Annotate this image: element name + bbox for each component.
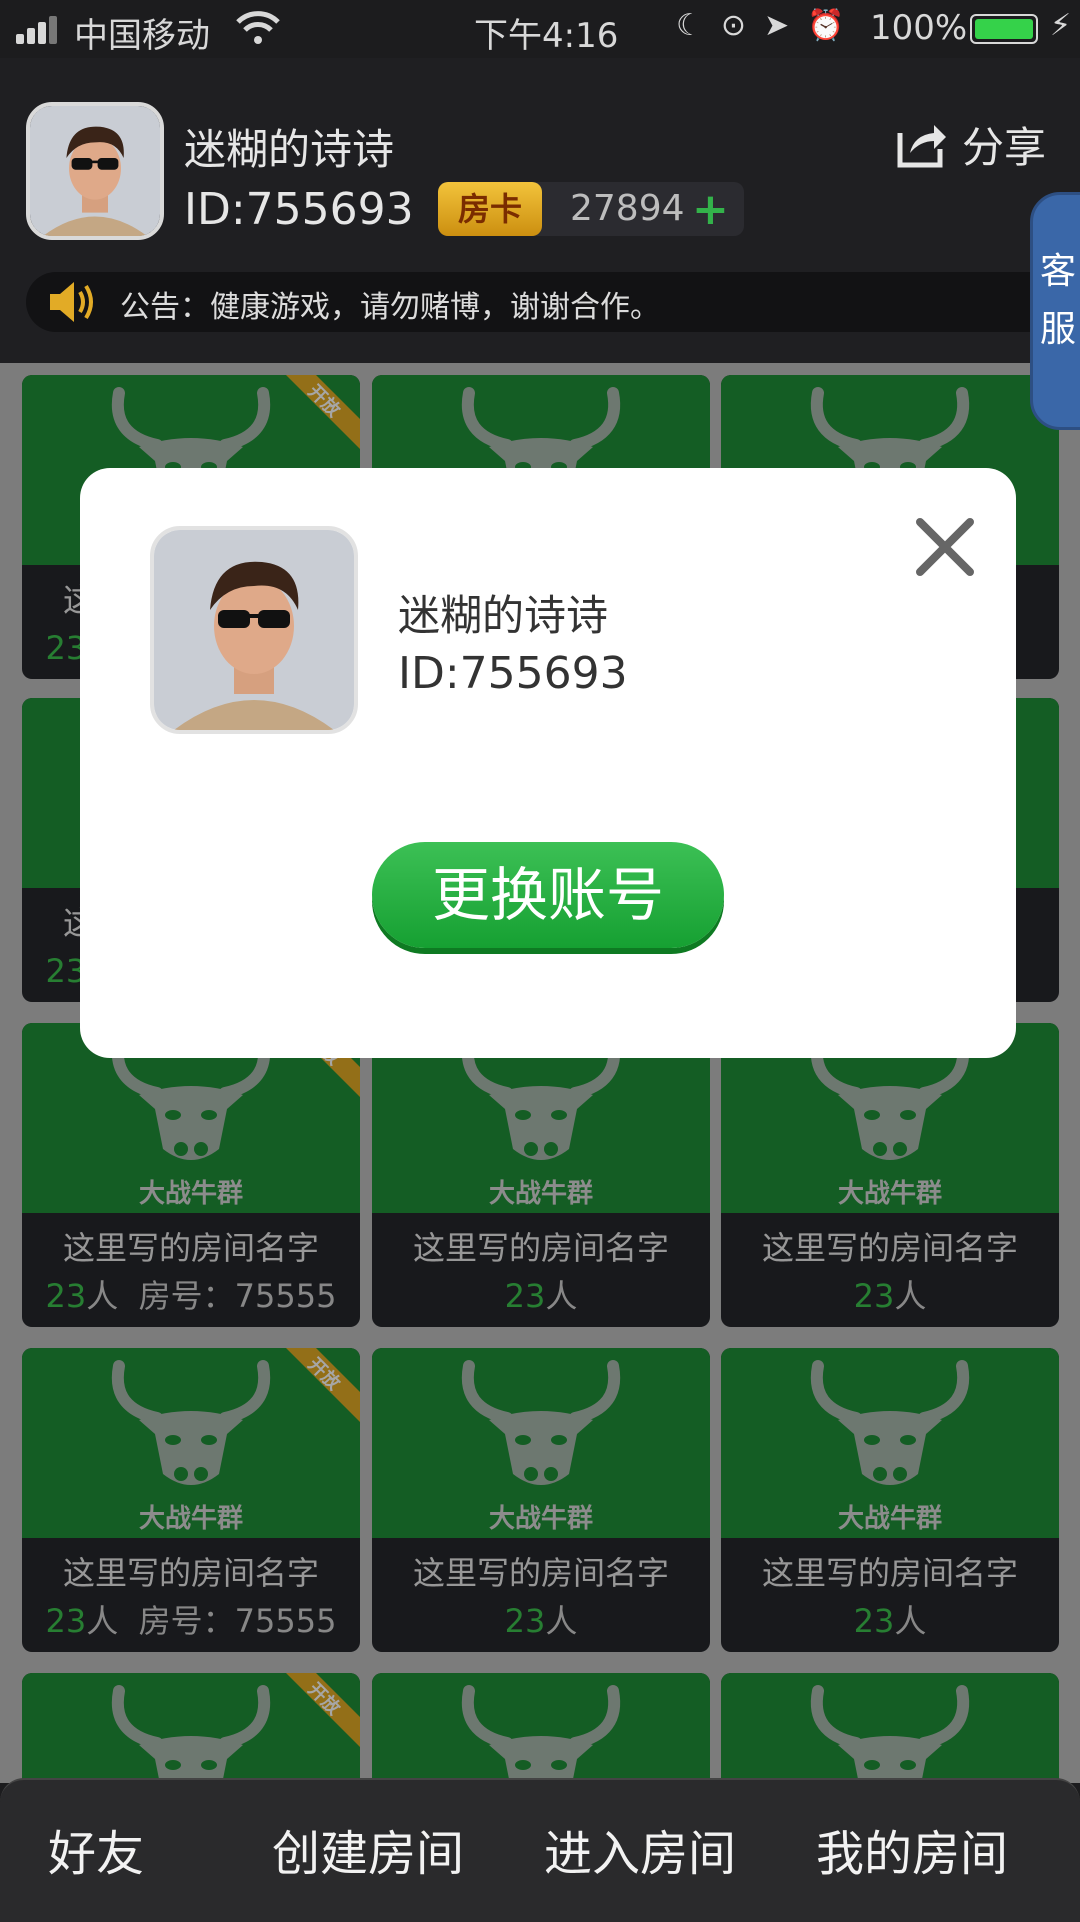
room-card-badge: 房卡 [438, 182, 542, 236]
rotation-lock-icon: ⊙ [720, 8, 747, 43]
nav-my-rooms[interactable]: 我的房间 [816, 1814, 1008, 1884]
speaker-icon [50, 282, 93, 322]
notice-bar: 公告：健康游戏，请勿赌博，谢谢合作。 [26, 272, 1080, 332]
battery-percent: 100% [870, 8, 968, 48]
wifi-icon [236, 11, 280, 44]
dialog-user-id: ID:755693 [398, 648, 628, 699]
username: 迷糊的诗诗 [184, 125, 395, 174]
bottom-nav: 好友 创建房间 进入房间 我的房间 [0, 1778, 1080, 1922]
close-icon[interactable] [914, 516, 976, 578]
account-dialog: 迷糊的诗诗 ID:755693 更换账号 [80, 468, 1016, 1058]
profile-header: 迷糊的诗诗 ID:755693 房卡 27894 + 分享 公告：健康游戏，请勿… [0, 58, 1080, 363]
service-label-2: 服 [1039, 309, 1076, 350]
nav-enter-room[interactable]: 进入房间 [544, 1814, 736, 1884]
nav-friends[interactable]: 好友 [48, 1814, 144, 1884]
share-icon [897, 125, 946, 168]
room-card-count: 27894 [570, 188, 685, 229]
add-room-card-button[interactable]: + [692, 184, 729, 235]
room-card-balance: 房卡 27894 + [438, 182, 744, 236]
nav-create-room[interactable]: 创建房间 [272, 1814, 464, 1884]
avatar-photo [154, 530, 354, 730]
avatar[interactable] [26, 102, 164, 240]
location-icon: ➤ [764, 8, 790, 43]
notice-text: 公告：健康游戏，请勿赌博，谢谢合作。 [120, 290, 660, 325]
carrier-label: 中国移动 [74, 16, 210, 56]
service-label-1: 客 [1039, 251, 1076, 292]
switch-account-button[interactable]: 更换账号 [372, 842, 724, 948]
charging-icon: ⚡ [1050, 8, 1072, 43]
share-label: 分享 [962, 122, 1047, 172]
signal-icon [16, 16, 68, 44]
moon-icon: ☾ [676, 8, 703, 43]
avatar-photo [30, 106, 160, 236]
dialog-avatar [150, 526, 358, 734]
alarm-icon: ⏰ [807, 8, 845, 43]
clock: 下午4:16 [474, 16, 619, 56]
user-id: ID:755693 [184, 184, 414, 235]
dialog-username: 迷糊的诗诗 [398, 591, 609, 640]
status-bar: 中国移动 下午4:16 ☾ ⊙ ➤ ⏰ 100% ⚡ [0, 0, 1080, 58]
customer-service-tab[interactable]: 客 服 [1030, 192, 1080, 430]
battery-icon [970, 14, 1038, 44]
share-button[interactable]: 分享 [896, 114, 1046, 174]
